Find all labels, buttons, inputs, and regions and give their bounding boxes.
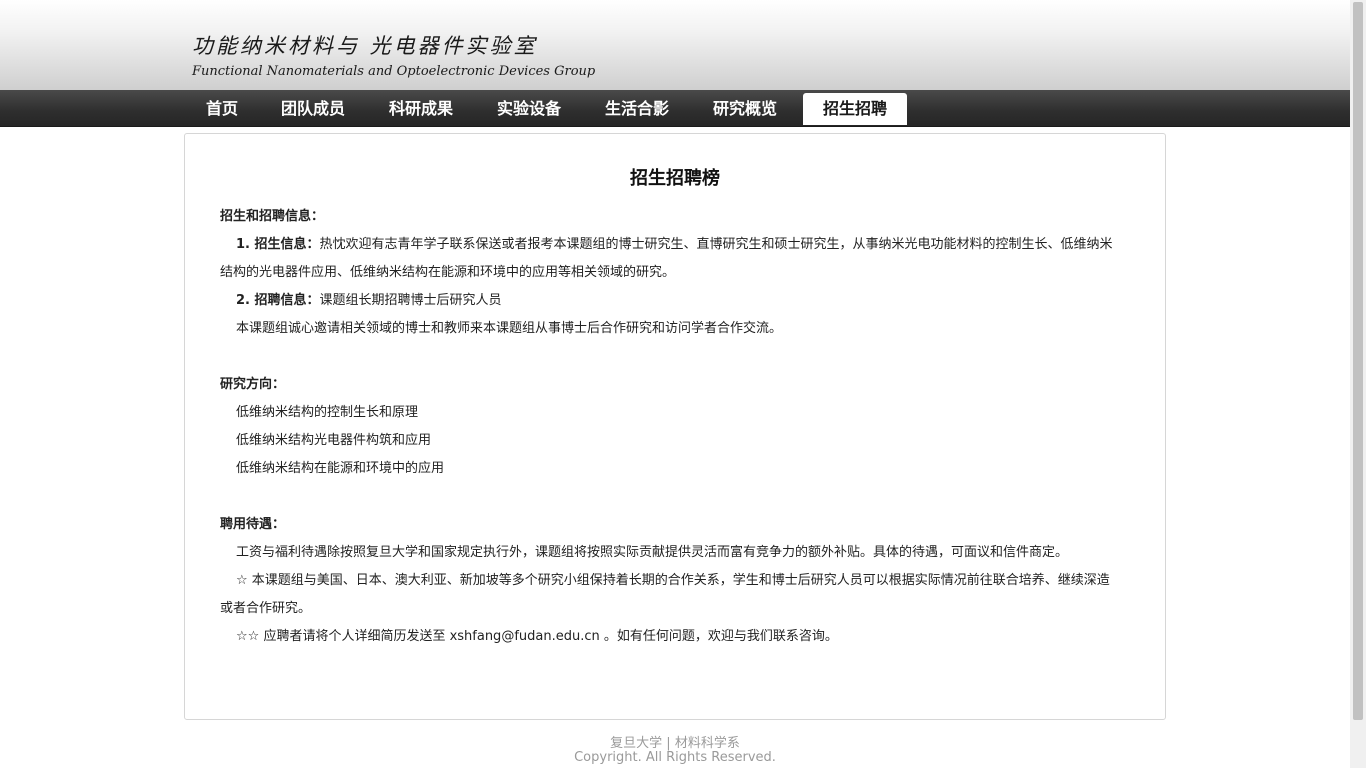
vertical-scrollbar[interactable] [1350,0,1366,768]
recruit-item-1-label: 1. 招生信息： [236,237,320,252]
content-card: 招生招聘榜 招生和招聘信息： 1. 招生信息：热忱欢迎有志青年学子联系保送或者报… [184,133,1166,720]
footer-copyright: Copyright. All Rights Reserved. [574,750,776,765]
article-body: 招生和招聘信息： 1. 招生信息：热忱欢迎有志青年学子联系保送或者报考本课题组的… [220,203,1120,651]
recruit-item-1-text: 热忱欢迎有志青年学子联系保送或者报考本课题组的博士研究生、直博研究生和硕士研究生… [220,237,1113,280]
main-nav: 首页 团队成员 科研成果 实验设备 生活合影 研究概览 招生招聘 [0,90,1350,127]
nav-item-recruitment[interactable]: 招生招聘 [803,93,907,125]
footer-affiliation: 复旦大学 | 材料科学系 [610,736,740,751]
nav-item-team[interactable]: 团队成员 [269,93,357,125]
nav-item-life-photos[interactable]: 生活合影 [593,93,681,125]
benefits-paragraph-1: 工资与福利待遇除按照复旦大学和国家规定执行外，课题组将按照实际贡献提供灵活而富有… [236,545,1069,560]
research-item: 低维纳米结构在能源和环境中的应用 [236,461,445,476]
benefits-paragraph-3: ☆☆ 应聘者请将个人详细简历发送至 xshfang@fudan.edu.cn 。… [236,629,838,644]
research-heading: 研究方向： [220,377,286,392]
recruit-heading: 招生和招聘信息： [220,209,325,224]
recruit-item-2: 2. 招聘信息：课题组长期招聘博士后研究人员 [220,287,1120,315]
site-header: 功能纳米材料与 光电器件实验室 Functional Nanomaterials… [0,0,1350,90]
page-title: 招生招聘榜 [630,168,720,189]
recruit-item-2-text: 课题组长期招聘博士后研究人员 [319,293,502,308]
site-title-en[interactable]: Functional Nanomaterials and Optoelectro… [192,64,595,79]
benefits-paragraph-2: ☆ 本课题组与美国、日本、澳大利亚、新加坡等多个研究小组保持着长期的合作关系，学… [220,573,1110,616]
recruit-item-2-note: 本课题组诚心邀请相关领域的博士和教师来本课题组从事博士后合作研究和访问学者合作交… [236,321,783,336]
nav-item-research-results[interactable]: 科研成果 [377,93,465,125]
nav-item-research-overview[interactable]: 研究概览 [701,93,789,125]
site-title-cn[interactable]: 功能纳米材料与 光电器件实验室 [192,30,538,60]
recruit-item-1: 1. 招生信息：热忱欢迎有志青年学子联系保送或者报考本课题组的博士研究生、直博研… [220,231,1120,287]
nav-item-home[interactable]: 首页 [192,93,252,125]
benefits-heading: 聘用待遇： [220,517,286,532]
nav-item-equipment[interactable]: 实验设备 [485,93,573,125]
scrollbar-thumb[interactable] [1353,2,1363,720]
research-item: 低维纳米结构光电器件构筑和应用 [236,433,432,448]
recruit-item-2-label: 2. 招聘信息： [236,293,320,308]
research-item: 低维纳米结构的控制生长和原理 [236,405,419,420]
